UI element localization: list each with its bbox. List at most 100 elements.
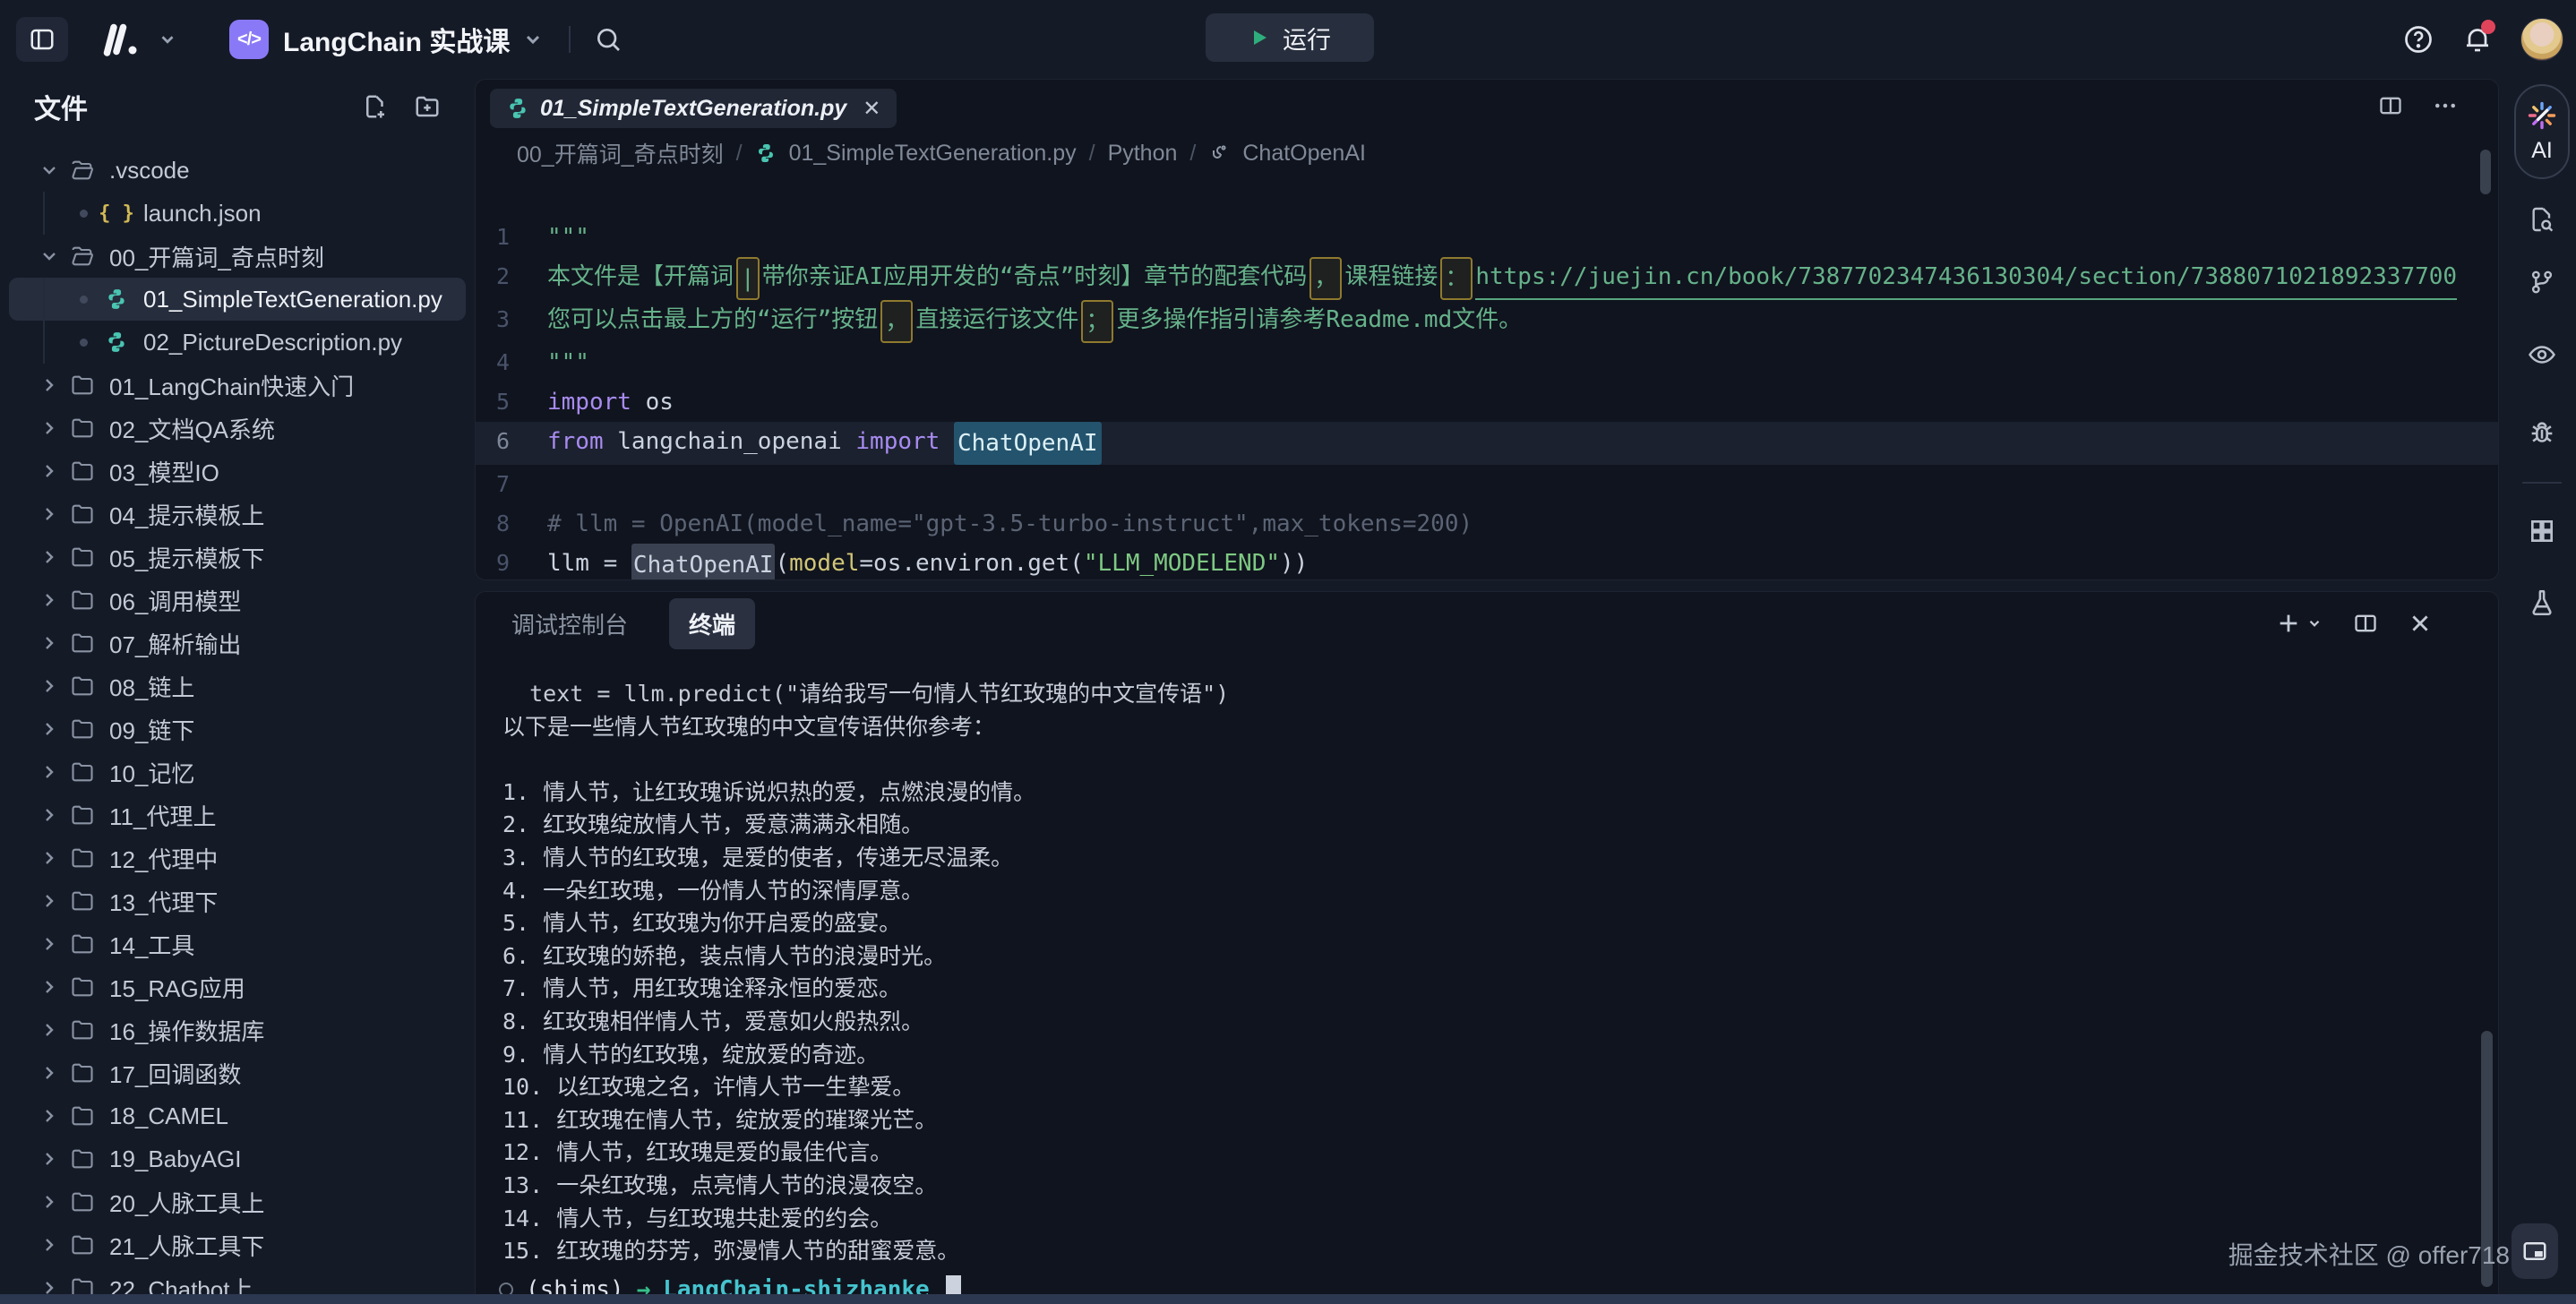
tree-item-6[interactable]: 02_文档QA系统 (9, 407, 466, 450)
new-file-icon[interactable] (362, 93, 389, 120)
close-panel-icon[interactable] (2409, 612, 2432, 635)
run-button[interactable]: 运行 (1206, 13, 1374, 62)
file-dot-icon (68, 339, 99, 347)
preview-eye-icon[interactable] (2527, 339, 2557, 370)
more-actions-icon[interactable] (2432, 92, 2459, 119)
extensions-grid-icon[interactable] (2528, 517, 2556, 545)
chevron-right-icon[interactable] (34, 1191, 64, 1213)
tree-item-14[interactable]: 10_记忆 (9, 751, 466, 794)
tree-item-17[interactable]: 13_代理下 (9, 879, 466, 922)
user-avatar[interactable] (2520, 18, 2563, 61)
explorer-title: 文件 (34, 87, 88, 126)
picture-in-picture-button[interactable] (2512, 1223, 2558, 1279)
file-search-icon[interactable] (2528, 205, 2556, 234)
chevron-right-icon[interactable] (34, 374, 64, 396)
explorer-header: 文件 (0, 79, 475, 134)
chevron-right-icon[interactable] (34, 804, 64, 826)
tab-close-icon[interactable]: ✕ (863, 96, 880, 122)
play-icon (1249, 27, 1270, 48)
chevron-right-icon[interactable] (34, 1105, 64, 1127)
chevron-right-icon[interactable] (34, 675, 64, 697)
split-editor-icon[interactable] (2378, 93, 2403, 118)
tree-item-label: 07_解析输出 (109, 627, 241, 660)
tree-item-15[interactable]: 11_代理上 (9, 794, 466, 836)
tree-item-16[interactable]: 12_代理中 (9, 836, 466, 879)
chevron-right-icon[interactable] (34, 1148, 64, 1170)
terminal-output[interactable]: text = llm.predict("请给我写一句情人节红玫瑰的中文宣传语")… (476, 655, 2498, 1268)
search-icon[interactable] (594, 25, 623, 54)
workspace-chevron-down-icon[interactable] (522, 29, 544, 50)
split-terminal-icon[interactable] (2353, 611, 2378, 636)
terminal-line: 6. 红玫瑰的娇艳，装点情人节的浪漫时光。 (502, 940, 2498, 974)
chevron-right-icon[interactable] (34, 460, 64, 482)
tree-item-25[interactable]: 21_人脉工具下 (9, 1223, 466, 1266)
line-number: 5 (476, 382, 547, 422)
new-folder-icon[interactable] (414, 93, 441, 120)
tree-item-label: 05_提示模板下 (109, 541, 264, 574)
breadcrumb-symbol[interactable]: ChatOpenAI (1242, 141, 1366, 167)
tree-item-21[interactable]: 17_回调函数 (9, 1051, 466, 1094)
chevron-right-icon[interactable] (34, 1234, 64, 1256)
code-token: https://juejin.cn/book/73877023474361303… (1475, 257, 2457, 300)
sidebar-toggle-button[interactable] (16, 17, 68, 62)
tree-item-12[interactable]: 08_链上 (9, 665, 466, 708)
editor-scrollbar-thumb[interactable] (2480, 150, 2491, 194)
tree-item-1[interactable]: { }launch.json (9, 192, 466, 235)
ai-assistant-button[interactable]: AI (2514, 84, 2570, 179)
breadcrumb-file[interactable]: 01_SimpleTextGeneration.py (789, 141, 1077, 167)
chevron-right-icon[interactable] (34, 1019, 64, 1041)
experiments-flask-icon[interactable] (2527, 588, 2557, 618)
tree-item-3[interactable]: 01_SimpleTextGeneration.py (9, 278, 466, 321)
new-terminal-button[interactable] (2276, 611, 2323, 636)
chevron-right-icon[interactable] (34, 890, 64, 912)
chevron-down-icon[interactable] (34, 159, 64, 181)
notifications-bell-icon[interactable] (2461, 23, 2494, 56)
folder-icon (64, 1060, 100, 1085)
chevron-right-icon[interactable] (34, 718, 64, 740)
code-token: 课程链接 (1344, 257, 1438, 300)
chevron-right-icon[interactable] (34, 503, 64, 525)
help-icon[interactable] (2402, 23, 2434, 56)
tree-item-22[interactable]: 18_CAMEL (9, 1094, 466, 1137)
tree-item-9[interactable]: 05_提示模板下 (9, 536, 466, 579)
git-branch-icon[interactable] (2528, 268, 2556, 296)
tree-item-19[interactable]: 15_RAG应用 (9, 965, 466, 1008)
tree-item-5[interactable]: 01_LangChain快速入门 (9, 364, 466, 407)
chevron-right-icon[interactable] (34, 632, 64, 654)
tab-terminal[interactable]: 终端 (669, 598, 755, 649)
chevron-down-icon[interactable] (34, 245, 64, 267)
tree-item-13[interactable]: 09_链下 (9, 708, 466, 751)
chevron-right-icon[interactable] (34, 589, 64, 611)
app-logo[interactable] (99, 18, 177, 61)
workspace-name[interactable]: LangChain 实战课 (283, 20, 510, 59)
editor-tabbar: 01_SimpleTextGeneration.py ✕ (476, 80, 2498, 132)
tree-item-7[interactable]: 03_模型IO (9, 450, 466, 493)
breadcrumb-folder[interactable]: 00_开篇词_奇点时刻 (517, 137, 724, 169)
code-area[interactable]: 1"""2本文件是【开篇词|带你亲证AI应用开发的“奇点”时刻】章节的配套代码，… (476, 175, 2498, 580)
chevron-right-icon[interactable] (34, 976, 64, 998)
chevron-right-icon[interactable] (34, 546, 64, 568)
folder-icon (64, 545, 100, 570)
tree-item-24[interactable]: 20_人脉工具上 (9, 1180, 466, 1223)
tree-item-10[interactable]: 06_调用模型 (9, 579, 466, 622)
chevron-right-icon[interactable] (34, 761, 64, 783)
line-number: 2 (476, 257, 547, 300)
terminal-line: 11. 红玫瑰在情人节，绽放爱的璀璨光芒。 (502, 1104, 2498, 1137)
tree-item-20[interactable]: 16_操作数据库 (9, 1008, 466, 1051)
tree-item-11[interactable]: 07_解析输出 (9, 622, 466, 665)
chevron-right-icon[interactable] (34, 1062, 64, 1084)
tree-item-23[interactable]: 19_BabyAGI (9, 1137, 466, 1180)
breadcrumb-language[interactable]: Python (1108, 141, 1178, 167)
code-token (940, 422, 954, 465)
tree-item-8[interactable]: 04_提示模板上 (9, 493, 466, 536)
chevron-right-icon[interactable] (34, 847, 64, 869)
editor-tab-active[interactable]: 01_SimpleTextGeneration.py ✕ (490, 89, 897, 128)
debug-bug-icon[interactable] (2527, 418, 2557, 449)
tree-item-0[interactable]: .vscode (9, 149, 466, 192)
chevron-right-icon[interactable] (34, 933, 64, 955)
tree-item-4[interactable]: 02_PictureDescription.py (9, 321, 466, 364)
tab-debug-console[interactable]: 调试控制台 (511, 607, 628, 640)
tree-item-2[interactable]: 00_开篇词_奇点时刻 (9, 235, 466, 278)
chevron-right-icon[interactable] (34, 417, 64, 439)
tree-item-18[interactable]: 14_工具 (9, 922, 466, 965)
